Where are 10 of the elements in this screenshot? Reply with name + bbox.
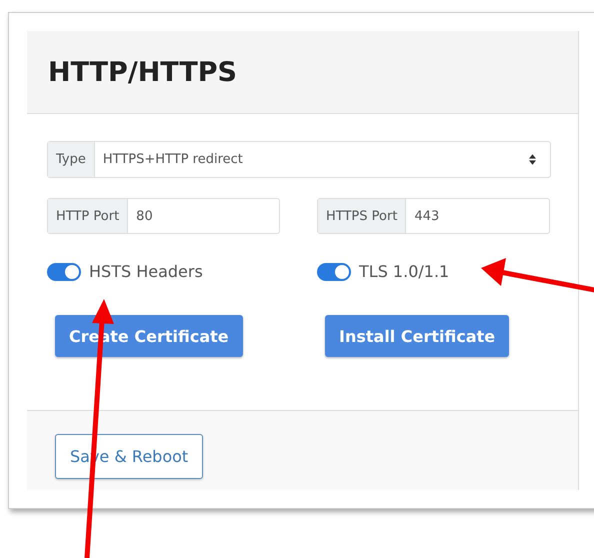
toggle-switch[interactable]	[317, 262, 351, 280]
toggle-label: TLS 1.0/1.1	[359, 262, 450, 281]
type-select[interactable]: Type HTTPS+HTTP redirect	[47, 141, 551, 178]
toggle-label: HSTS Headers	[89, 262, 203, 281]
panel-title: HTTP/HTTPS	[48, 56, 237, 88]
toggle-switch[interactable]	[47, 262, 81, 280]
certificate-button[interactable]: Install Certificate	[325, 315, 510, 357]
sort-caret-icon	[529, 154, 536, 165]
port-field[interactable]: HTTP Port 80	[47, 198, 280, 234]
port-field[interactable]: HTTPS Port 443	[317, 198, 550, 234]
